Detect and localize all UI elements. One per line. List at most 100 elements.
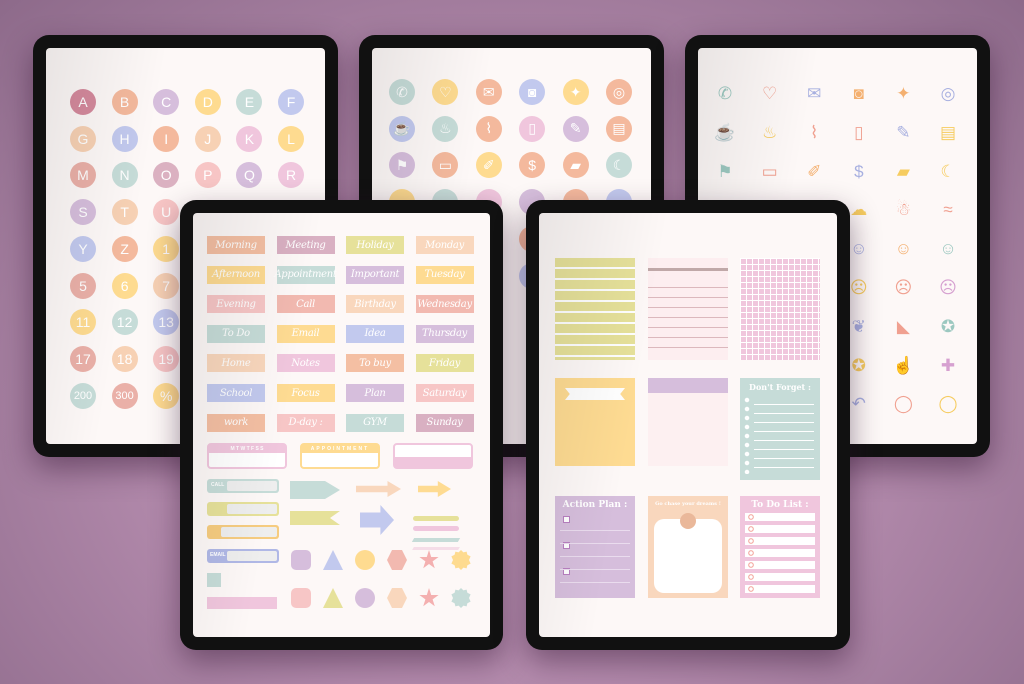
dotted-tag — [393, 443, 473, 469]
dizzy-face-icon: ☹ — [939, 278, 957, 297]
pencil-icon: ✎ — [562, 115, 589, 142]
label-sticker: work — [207, 413, 265, 432]
weekday-tracker: M T W T F S S — [207, 443, 287, 469]
letter-sticker: F — [278, 89, 304, 115]
label-sticker: Notes — [276, 354, 335, 373]
label-sticker: Monday — [415, 236, 474, 254]
letter-sticker: 1 — [153, 235, 180, 262]
letter-sticker: J — [194, 125, 221, 152]
label-sticker: To Do — [207, 324, 265, 343]
label-sticker: Appointment — [274, 265, 337, 284]
dollar-icon: $ — [519, 152, 546, 179]
todo-list-title: To Do List : — [751, 500, 809, 510]
bandage-icon: ▰ — [896, 161, 910, 181]
letter-sticker: K — [236, 125, 263, 152]
stripe-teal — [411, 538, 461, 542]
moon-icon: ☾ — [940, 161, 956, 181]
header-note — [648, 378, 728, 466]
label-sticker: Afternoon — [207, 265, 265, 284]
star-shape — [419, 550, 439, 569]
letter-sticker: B — [111, 89, 138, 115]
letter-sticker: S — [70, 199, 96, 226]
hexagon-shape — [387, 588, 407, 608]
shoe-icon: ◣ — [896, 316, 910, 336]
circle-shape — [355, 550, 375, 570]
letter-sticker: C — [153, 89, 180, 115]
pen-icon: ✐ — [807, 161, 822, 181]
camera-icon: ◙ — [853, 84, 864, 103]
letter-sticker: % — [153, 382, 180, 409]
label-sticker: Focus — [276, 384, 335, 402]
label-sticker: Thursday — [415, 324, 474, 343]
heart-icon: ♡ — [761, 84, 778, 103]
action-plan-note: Action Plan : — [555, 496, 635, 598]
lined-note-yellow — [555, 258, 635, 360]
appointment-tag: APPOINTMENT — [300, 443, 380, 469]
bandage-icon: ▰ — [562, 152, 589, 179]
peach-arrow-icon — [356, 481, 401, 497]
letter-sticker: 6 — [111, 272, 138, 299]
letter-sticker: E — [236, 89, 263, 115]
triangle-shape — [323, 550, 343, 570]
notes-screen: Don't Forget : Action Plan : Go chase yo… — [539, 213, 837, 637]
instagram-icon: ◎ — [940, 84, 956, 103]
letter-sticker: D — [194, 89, 221, 115]
grin-face-icon: ☺ — [894, 239, 913, 259]
speech-bubble-icon: ◯ — [893, 394, 913, 414]
undo-icon: ↶ — [851, 394, 866, 414]
label-sticker: Call — [276, 295, 335, 314]
label-sticker: To buy — [346, 354, 404, 373]
laugh-face-icon: ☺ — [850, 239, 868, 259]
hexagon-shape — [387, 550, 407, 570]
cup-icon: ☕ — [389, 115, 415, 142]
letter-sticker: 12 — [111, 309, 138, 336]
teal-banner-arrow — [290, 481, 340, 499]
label-sticker: Wednesday — [415, 295, 474, 314]
pin-icon: ✚ — [940, 355, 956, 375]
beer-icon: ♨ — [761, 122, 778, 142]
letter-sticker: 19 — [153, 345, 180, 372]
muscle-icon: ❦ — [851, 316, 866, 336]
label-sticker: Idea — [346, 324, 404, 343]
heart-icon: ♡ — [432, 79, 459, 105]
letter-sticker: M — [70, 162, 96, 189]
grid-note — [740, 258, 820, 360]
label-sticker: School — [207, 384, 265, 402]
chase-dreams-note: Go chase your dreams ! — [648, 496, 728, 598]
tablet-notes: Don't Forget : Action Plan : Go chase yo… — [526, 200, 850, 650]
letter-sticker: Z — [111, 235, 138, 262]
square-tag — [207, 573, 221, 587]
letter-sticker: 5 — [70, 272, 96, 299]
award-icon: ✪ — [851, 355, 866, 375]
laptop-icon: ▭ — [761, 161, 778, 181]
flag-icon: ⚑ — [717, 161, 733, 181]
label-sticker: GYM — [346, 413, 404, 432]
call-tag: CALL — [207, 479, 279, 493]
notebook-icon: ▤ — [606, 115, 632, 142]
medal-icon: ✪ — [940, 316, 956, 336]
label-sticker: Evening — [207, 295, 265, 314]
snow-cloud-icon: ☃ — [895, 200, 912, 220]
camera-icon: ◙ — [519, 79, 546, 105]
label-sticker: Sunday — [415, 413, 474, 432]
cup-icon: ☕ — [714, 122, 736, 142]
yellow-ribbon — [290, 511, 340, 525]
mail-icon: ✉ — [807, 84, 822, 103]
moon-icon: ☾ — [606, 152, 632, 179]
label-sticker: Saturday — [415, 384, 474, 402]
smile-face-icon: ☺ — [939, 239, 957, 259]
letter-sticker: P — [194, 162, 221, 189]
angry-face-icon: ☹ — [894, 278, 913, 297]
paperclip-icon: ⌇ — [475, 115, 502, 142]
letter-sticker: A — [70, 89, 96, 115]
sun-cloud-icon: ☁ — [850, 200, 868, 220]
blue-arrow-icon — [360, 505, 394, 535]
tablet-labels: M T W T F S S APPOINTMENT CALL EMAIL Mor… — [180, 200, 503, 650]
label-sticker: Meeting — [276, 236, 335, 254]
weekday-header: M T W T F S S — [209, 445, 285, 453]
label-sticker: Home — [207, 354, 265, 373]
todo-list-note: To Do List : — [740, 496, 820, 598]
letter-sticker: Y — [70, 235, 96, 262]
phone-mobile-icon: ▯ — [519, 115, 546, 142]
letter-sticker: 11 — [70, 309, 96, 336]
